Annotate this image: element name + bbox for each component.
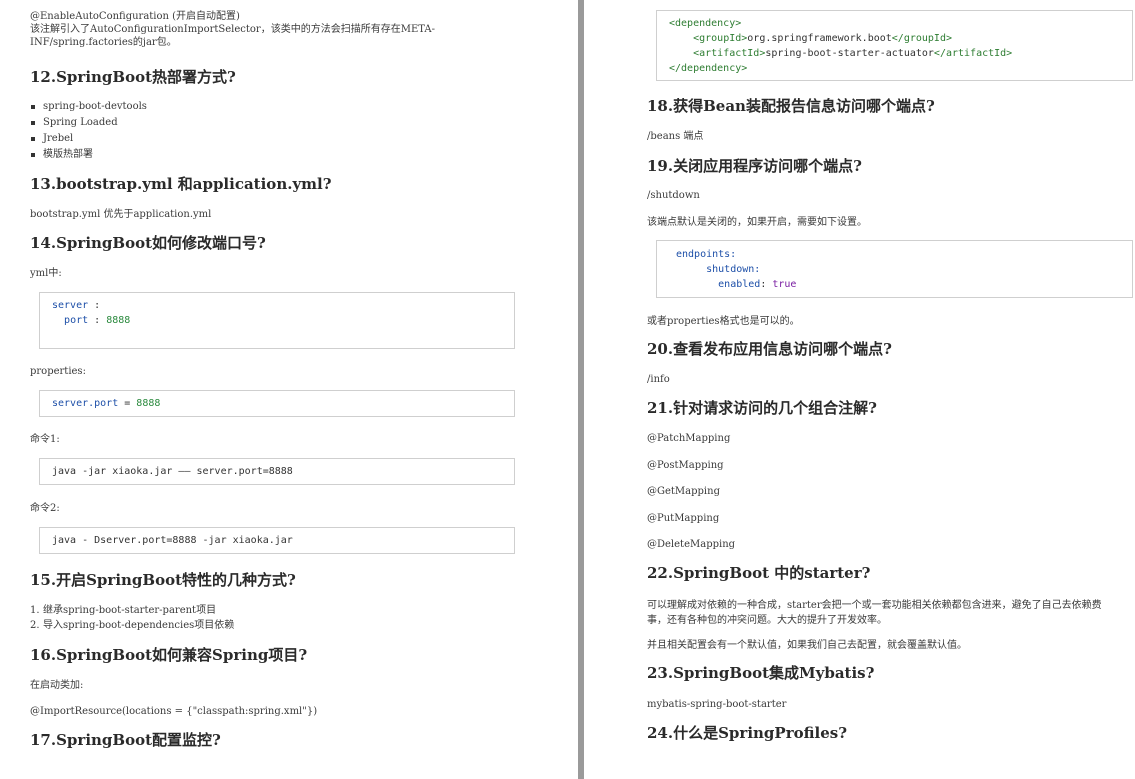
paragraph: 可以理解成对依赖的一种合成，starter会把一个或一套功能相关依赖都包含进来，… — [647, 598, 1102, 628]
code-tag: <groupId> — [693, 33, 748, 44]
heading-q23: 23.SpringBoot集成Mybatis? — [647, 664, 875, 682]
paragraph: 该端点默认是关闭的，如果开启，需要如下设置。 — [647, 217, 867, 228]
paragraph: yml中: — [30, 268, 62, 279]
intro-line: INF/spring.factories的jar包。 — [30, 37, 177, 48]
heading-q17: 17.SpringBoot配置监控? — [30, 731, 221, 749]
paragraph: mybatis-spring-boot-starter — [647, 699, 787, 710]
code-tag: </artifactId> — [933, 48, 1013, 59]
intro-line: 该注解引入了AutoConfigurationImportSelector，该类… — [30, 24, 435, 35]
paragraph: 命令2: — [30, 503, 60, 514]
paragraph: 命令1: — [30, 434, 60, 445]
paragraph: 在启动类加: — [30, 680, 84, 691]
heading-q21: 21.针对请求访问的几个组合注解? — [647, 399, 877, 417]
code-token: : — [88, 315, 107, 326]
right-page: <dependency> <groupId>org.springframewor… — [584, 0, 1135, 779]
heading-q18: 18.获得Bean装配报告信息访问哪个端点? — [647, 97, 935, 115]
heading-q20: 20.查看发布应用信息访问哪个端点? — [647, 340, 892, 358]
intro-text: @EnableAutoConfiguration (开启自动配置) 该注解引入了… — [30, 10, 435, 49]
code-value: spring-boot-starter-actuator — [765, 48, 934, 59]
paragraph: properties: — [30, 366, 86, 377]
code-tag: </dependency> — [669, 63, 748, 74]
code-tag: <artifactId> — [693, 48, 766, 59]
code-token: : — [88, 300, 101, 311]
list-number: 1. — [30, 605, 40, 616]
list-item: 模版热部署 — [30, 147, 147, 163]
paragraph: /shutdown — [647, 190, 700, 201]
annotation-item: @PatchMapping — [647, 433, 731, 444]
code-key: server — [52, 300, 89, 311]
code-key: enabled — [718, 279, 761, 290]
list-number: 2. — [30, 620, 40, 631]
list-item: Jrebel — [30, 131, 147, 147]
code-value: org.springframework.boot — [747, 33, 892, 44]
intro-line: @EnableAutoConfiguration (开启自动配置) — [30, 11, 240, 22]
list-text: 导入spring-boot-dependencies项目依赖 — [43, 620, 235, 631]
heading-q15: 15.开启SpringBoot特性的几种方式? — [30, 571, 296, 589]
list-text: 继承spring-boot-starter-parent项目 — [43, 605, 217, 616]
paragraph: @ImportResource(locations = {"classpath:… — [30, 706, 318, 717]
annotation-item: @PutMapping — [647, 513, 720, 524]
list-item: Spring Loaded — [30, 115, 147, 131]
paragraph-line: 可以理解成对依赖的一种合成，starter会把一个或一套功能相关依赖都包含进来，… — [647, 600, 1102, 611]
paragraph-line: 事，还有各种包的冲突问题。大大的提升了开发效率。 — [647, 615, 887, 626]
paragraph: bootstrap.yml 优先于application.yml — [30, 209, 212, 220]
left-page: @EnableAutoConfiguration (开启自动配置) 该注解引入了… — [0, 0, 578, 779]
heading-q14: 14.SpringBoot如何修改端口号? — [30, 234, 266, 252]
annotation-item: @PostMapping — [647, 460, 724, 471]
heading-q22: 22.SpringBoot 中的starter? — [647, 564, 871, 582]
code-token: : — [760, 279, 773, 290]
list-item: 1. 继承spring-boot-starter-parent项目 — [30, 603, 234, 618]
code-key: server.port — [52, 398, 119, 409]
code-block-properties: server.port = 8888 — [39, 390, 515, 417]
heading-q13: 13.bootstrap.yml 和application.yml? — [30, 175, 332, 193]
paragraph: /beans 端点 — [647, 131, 704, 142]
code-block-dependency: <dependency> <groupId>org.springframewor… — [656, 10, 1133, 81]
code-line: java -jar xiaoka.jar —— server.port=8888 — [52, 466, 293, 477]
annotation-item: @DeleteMapping — [647, 539, 736, 550]
paragraph: /info — [647, 374, 670, 385]
paragraph: 并且相关配置会有一个默认值，如果我们自己去配置，就会覆盖默认值。 — [647, 640, 967, 651]
code-key: port — [64, 315, 89, 326]
heading-q24: 24.什么是SpringProfiles? — [647, 724, 847, 742]
code-tag: <dependency> — [669, 18, 742, 29]
paragraph: 或者properties格式也是可以的。 — [647, 316, 800, 327]
code-boolean: true — [772, 279, 797, 290]
code-block-command2: java - Dserver.port=8888 -jar xiaoka.jar — [39, 527, 515, 554]
code-token: = — [118, 398, 137, 409]
feature-list: 1. 继承spring-boot-starter-parent项目 2. 导入spr… — [30, 603, 234, 633]
code-block-command1: java -jar xiaoka.jar —— server.port=8888 — [39, 458, 515, 485]
heading-q16: 16.SpringBoot如何兼容Spring项目? — [30, 646, 308, 664]
list-item: spring-boot-devtools — [30, 99, 147, 115]
heading-q12: 12.SpringBoot热部署方式? — [30, 68, 236, 86]
code-key: endpoints: — [676, 249, 737, 260]
code-block-endpoints: endpoints: shutdown: enabled: true — [656, 240, 1133, 298]
code-number: 8888 — [136, 398, 161, 409]
code-tag: </groupId> — [891, 33, 952, 44]
code-number: 8888 — [106, 315, 131, 326]
code-line: java - Dserver.port=8888 -jar xiaoka.jar — [52, 535, 293, 546]
heading-q19: 19.关闭应用程序访问哪个端点? — [647, 157, 862, 175]
hot-deploy-list: spring-boot-devtools Spring Loaded Jrebe… — [30, 99, 147, 163]
list-item: 2. 导入spring-boot-dependencies项目依赖 — [30, 618, 234, 633]
code-key: shutdown: — [706, 264, 761, 275]
code-block-yml: server : port : 8888 — [39, 292, 515, 349]
annotation-item: @GetMapping — [647, 486, 720, 497]
